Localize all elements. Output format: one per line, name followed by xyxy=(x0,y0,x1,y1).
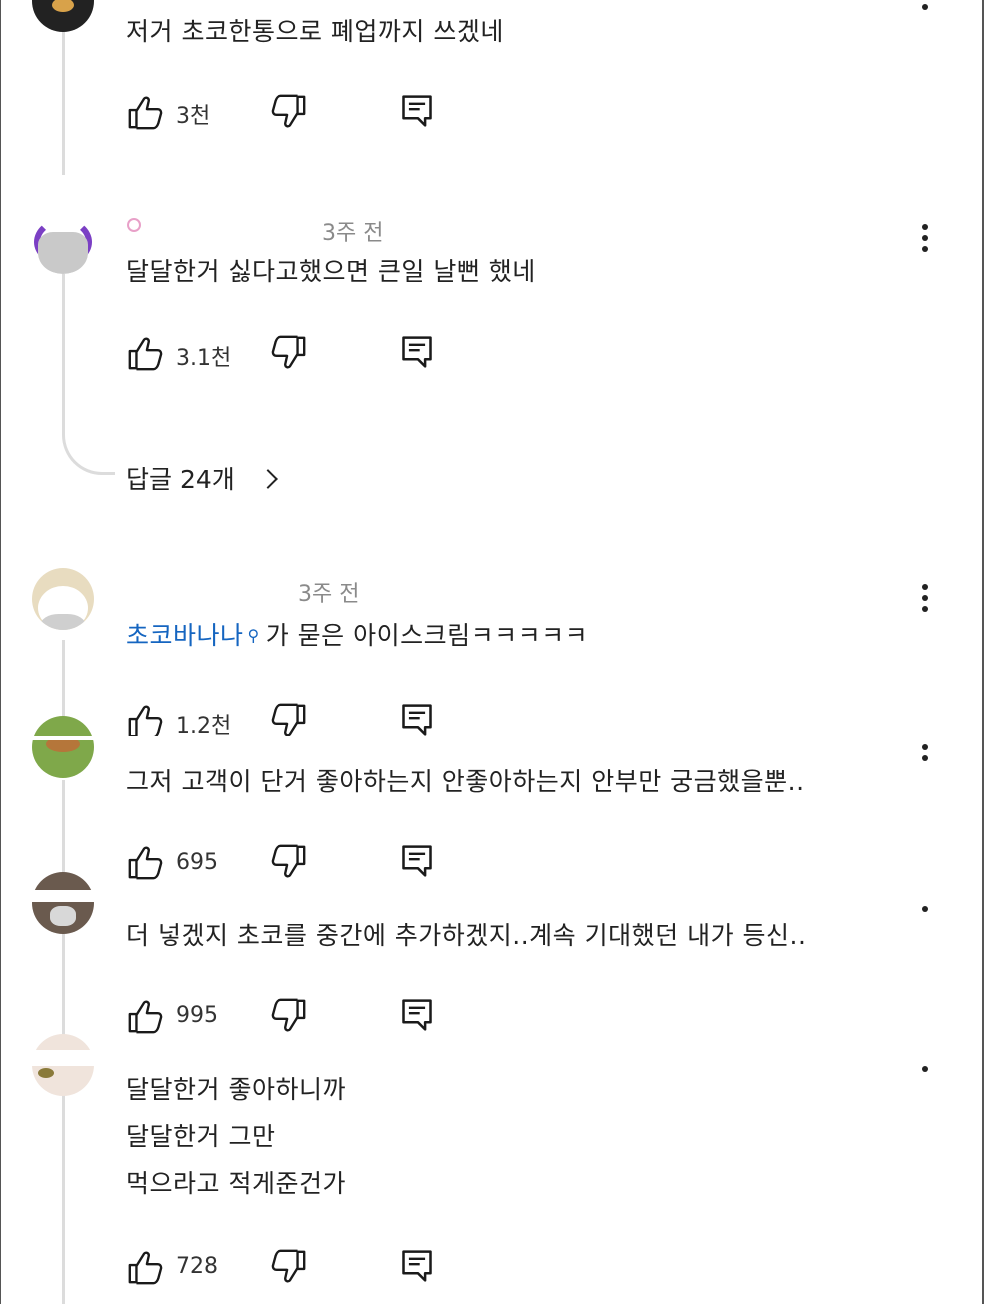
thread-line xyxy=(62,270,65,430)
more-vert-icon[interactable] xyxy=(920,744,930,766)
comment-time: 3주 전 xyxy=(298,582,360,607)
like-count: 995 xyxy=(176,1003,218,1028)
more-vert-icon[interactable] xyxy=(920,1066,930,1077)
like-count: 728 xyxy=(176,1254,218,1279)
thumbs-up-icon[interactable] xyxy=(126,997,164,1035)
comment-text: 달달한거 좋아하니까 달달한거 그만 먹으라고 적게준건가 xyxy=(126,1075,346,1198)
thumbs-up-icon[interactable] xyxy=(126,334,164,372)
comment-text: 더 넣겠지 초코를 중간에 추가하겠지..계속 기대했던 내가 등신.. xyxy=(126,921,807,950)
search-icon[interactable]: ⚲ xyxy=(248,626,260,645)
thumbs-down-icon[interactable] xyxy=(270,843,308,881)
reply-icon[interactable] xyxy=(399,701,435,739)
avatar[interactable] xyxy=(32,872,94,934)
avatar[interactable] xyxy=(32,212,94,274)
frame-border xyxy=(0,0,1,1304)
thread-line xyxy=(62,20,65,175)
thumbs-down-icon[interactable] xyxy=(270,702,308,740)
thumbs-down-icon[interactable] xyxy=(270,93,308,131)
mention-link[interactable]: 초코바나나 xyxy=(126,621,244,650)
meta-icon xyxy=(127,218,141,232)
thumbs-up-icon[interactable] xyxy=(126,702,164,740)
comment-text: 달달한거 싫다고했으면 큰일 날뻔 했네 xyxy=(126,257,536,286)
more-vert-icon[interactable] xyxy=(920,224,930,257)
comment-time: 3주 전 xyxy=(322,221,384,246)
thumbs-up-icon[interactable] xyxy=(126,1248,164,1286)
like-count: 695 xyxy=(176,850,218,875)
reply-icon[interactable] xyxy=(399,842,435,880)
reply-icon[interactable] xyxy=(399,1247,435,1285)
thumbs-down-icon[interactable] xyxy=(270,1248,308,1286)
reply-icon[interactable] xyxy=(399,333,435,371)
more-vert-icon[interactable] xyxy=(920,906,930,917)
comment-text: 저거 초코한통으로 폐업까지 쓰겠네 xyxy=(126,17,504,46)
avatar[interactable] xyxy=(32,0,94,32)
like-count: 3.1천 xyxy=(176,346,232,371)
view-replies-button[interactable]: 답글 24개 xyxy=(126,460,278,496)
thumbs-up-icon[interactable] xyxy=(126,93,164,131)
avatar[interactable] xyxy=(32,568,94,630)
more-vert-icon[interactable] xyxy=(920,4,930,15)
comment-text: 초코바나나 ⚲ 가 묻은 아이스크림ㅋㅋㅋㅋㅋ xyxy=(126,621,589,650)
like-count: 3천 xyxy=(176,104,211,129)
thumbs-down-icon[interactable] xyxy=(270,334,308,372)
thread-line xyxy=(62,1090,65,1304)
reply-icon[interactable] xyxy=(399,92,435,130)
thread-curve xyxy=(62,420,115,475)
thumbs-up-icon[interactable] xyxy=(126,843,164,881)
comment-text: 그저 고객이 단거 좋아하는지 안좋아하는지 안부만 궁금했을뿐.. xyxy=(126,767,805,796)
avatar[interactable] xyxy=(32,716,94,778)
reply-icon[interactable] xyxy=(399,996,435,1034)
chevron-right-icon xyxy=(257,469,278,489)
more-vert-icon[interactable] xyxy=(920,584,930,617)
thumbs-down-icon[interactable] xyxy=(270,997,308,1035)
